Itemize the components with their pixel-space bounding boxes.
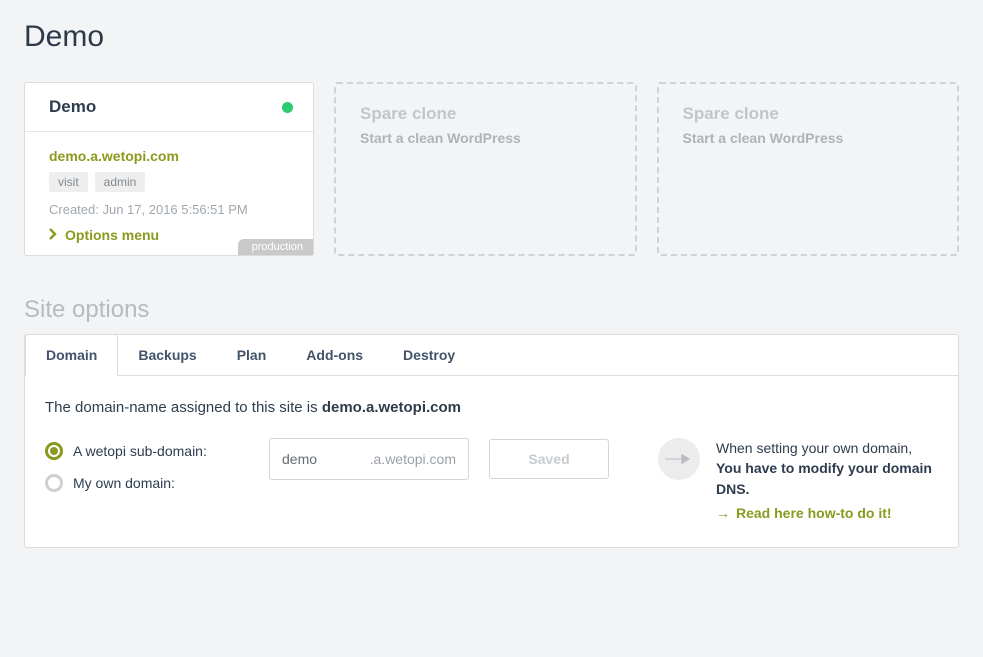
link-text: Read here how-to do it! [736,503,892,523]
tabs-bar: Domain Backups Plan Add-ons Destroy [25,334,958,376]
domain-intro-line: The domain-name assigned to this site is… [45,399,938,416]
chevron-right-icon [49,227,57,243]
domain-intro-value: demo.a.wetopi.com [322,399,461,416]
site-card: Demo demo.a.wetopi.com visit admin Creat… [24,82,314,256]
options-menu-label: Options menu [65,227,159,243]
arrow-icon: → [716,503,730,523]
radio-wetopi-subdomain[interactable]: A wetopi sub-domain: [45,442,235,460]
radio-unchecked-icon [45,474,63,492]
page-title: Demo [24,20,959,54]
pill-row: visit admin [49,172,289,192]
clone-subtitle: Start a clean WordPress [360,130,611,146]
radio-own-domain[interactable]: My own domain: [45,474,235,492]
section-title: Site options [24,296,959,324]
tab-addons[interactable]: Add-ons [286,335,383,375]
domain-info-text: When setting your own domain, You have t… [716,438,938,523]
tab-backups[interactable]: Backups [118,335,216,375]
subdomain-suffix: .a.wetopi.com [370,451,456,467]
production-badge: production [238,239,313,255]
site-card-body: demo.a.wetopi.com visit admin Created: J… [25,132,313,255]
domain-info-col: When setting your own domain, You have t… [658,438,938,523]
subdomain-input-wrapper[interactable]: .a.wetopi.com [269,438,469,480]
clone-subtitle: Start a clean WordPress [683,130,934,146]
domain-options-row: A wetopi sub-domain: My own domain: .a.w… [45,438,938,523]
radio-label: My own domain: [73,475,175,491]
saved-button: Saved [489,439,609,479]
clone-title: Spare clone [683,104,934,124]
cards-row: Demo demo.a.wetopi.com visit admin Creat… [24,82,959,256]
site-options-panel: Domain Backups Plan Add-ons Destroy The … [24,334,959,548]
spare-clone-slot-2[interactable]: Spare clone Start a clean WordPress [657,82,960,256]
subdomain-input-col: .a.wetopi.com Saved [269,438,609,480]
visit-button[interactable]: visit [49,172,88,192]
spare-clone-slot-1[interactable]: Spare clone Start a clean WordPress [334,82,637,256]
site-card-header: Demo [25,83,313,132]
tab-plan[interactable]: Plan [217,335,287,375]
site-domain-link[interactable]: demo.a.wetopi.com [49,148,289,164]
tab-content-domain: The domain-name assigned to this site is… [25,377,958,523]
radio-label: A wetopi sub-domain: [73,443,207,459]
admin-button[interactable]: admin [95,172,146,192]
dns-howto-link[interactable]: → Read here how-to do it! [716,503,892,523]
status-dot-icon [282,102,293,113]
info-line-2: You have to modify your domain DNS. [716,458,938,499]
tab-destroy[interactable]: Destroy [383,335,475,375]
domain-radio-group: A wetopi sub-domain: My own domain: [45,438,235,492]
arrow-right-icon [658,438,700,480]
radio-checked-icon [45,442,63,460]
site-card-title: Demo [49,97,96,117]
tab-domain[interactable]: Domain [25,334,118,376]
clone-title: Spare clone [360,104,611,124]
subdomain-input[interactable] [282,451,342,467]
created-timestamp: Created: Jun 17, 2016 5:56:51 PM [49,202,289,217]
domain-intro-prefix: The domain-name assigned to this site is [45,399,322,416]
info-line-1: When setting your own domain, [716,440,912,456]
